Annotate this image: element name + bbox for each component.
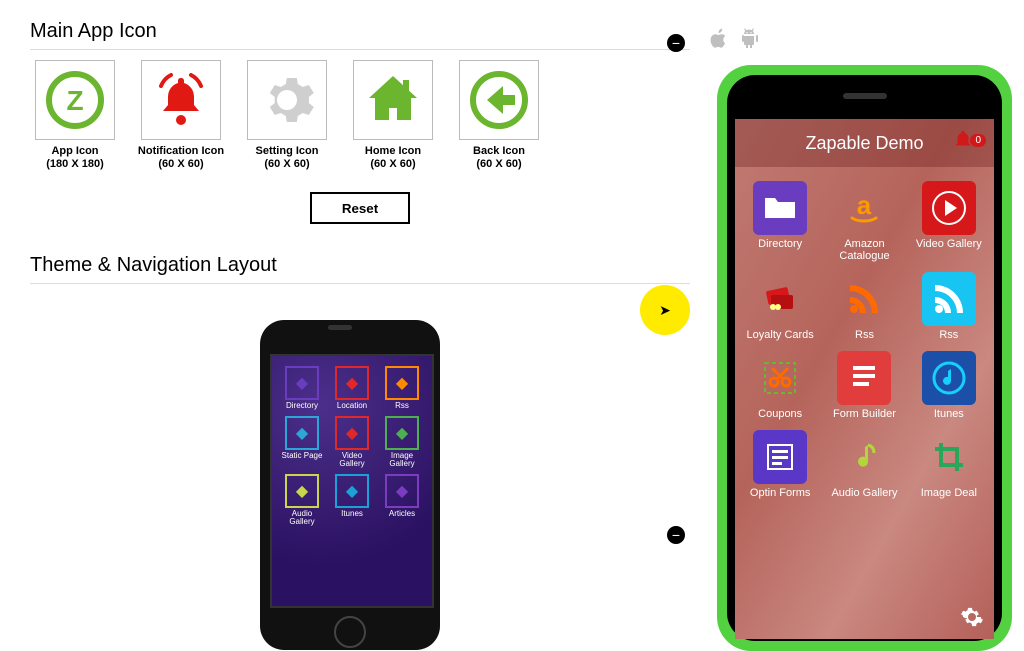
mini-app-articles[interactable]: ◆Articles [380,474,424,526]
mini-app-image-gallery[interactable]: ◆Image Gallery [380,416,424,468]
preview-app-rss[interactable]: Rss [910,272,988,341]
gear-icon[interactable] [960,605,984,629]
collapse-main-section[interactable]: − [667,34,685,52]
preview-app-amazon-catalogue[interactable]: aAmazon Catalogue [825,181,903,262]
collapse-theme-section[interactable]: − [667,526,685,544]
mini-home-button [334,616,366,648]
preview-app-itunes[interactable]: Itunes [910,351,988,420]
mini-app-rss[interactable]: ◆Rss [380,366,424,410]
notif-count: 0 [970,134,986,147]
preview-app-loyalty-cards[interactable]: Loyalty Cards [741,272,819,341]
home-icon-slot[interactable] [353,60,433,140]
live-preview-phone: Zapable Demo 0 DirectoryaAmazon Catalogu… [717,65,1012,651]
app-icon-slot[interactable]: Z [35,60,115,140]
apple-icon [710,28,728,50]
section-title-main: Main App Icon [30,20,690,43]
cursor-highlight: ➤ [640,285,690,335]
back-icon-slot[interactable] [459,60,539,140]
preview-app-coupons[interactable]: Coupons [741,351,819,420]
os-icons [710,28,758,50]
settings-icon-slot[interactable] [247,60,327,140]
preview-app-audio-gallery[interactable]: Audio Gallery [825,430,903,499]
back-icon-label: Back Icon(60 X 60) [473,145,525,170]
app-preview-title: Zapable Demo [805,133,923,154]
notification-icon-label: Notification Icon(60 X 60) [138,145,224,170]
svg-text:a: a [857,190,872,220]
preview-app-form-builder[interactable]: Form Builder [825,351,903,420]
app-icon-label: App Icon(180 X 180) [46,145,103,170]
reset-button[interactable]: Reset [310,192,410,224]
android-icon [740,28,758,50]
preview-app-image-deal[interactable]: Image Deal [910,430,988,499]
theme-preview-phone[interactable]: ◆Directory◆Location◆Rss ◆Static Page◆Vide… [260,320,440,650]
mini-app-static-page[interactable]: ◆Static Page [280,416,324,468]
mini-app-video-gallery[interactable]: ◆Video Gallery [330,416,374,468]
preview-app-video-gallery[interactable]: Video Gallery [910,181,988,262]
section-title-theme: Theme & Navigation Layout [30,254,690,277]
mini-app-directory[interactable]: ◆Directory [280,366,324,410]
mini-app-itunes[interactable]: ◆Itunes [330,474,374,526]
notification-icon-slot[interactable] [141,60,221,140]
notification-indicator[interactable]: 0 [952,129,986,151]
preview-app-rss[interactable]: Rss [825,272,903,341]
preview-app-optin-forms[interactable]: Optin Forms [741,430,819,499]
mini-app-audio-gallery[interactable]: ◆Audio Gallery [280,474,324,526]
mini-app-location[interactable]: ◆Location [330,366,374,410]
home-icon-label: Home Icon(60 X 60) [365,145,421,170]
settings-icon-label: Setting Icon(60 X 60) [256,145,319,170]
preview-app-directory[interactable]: Directory [741,181,819,262]
svg-text:Z: Z [66,85,83,116]
